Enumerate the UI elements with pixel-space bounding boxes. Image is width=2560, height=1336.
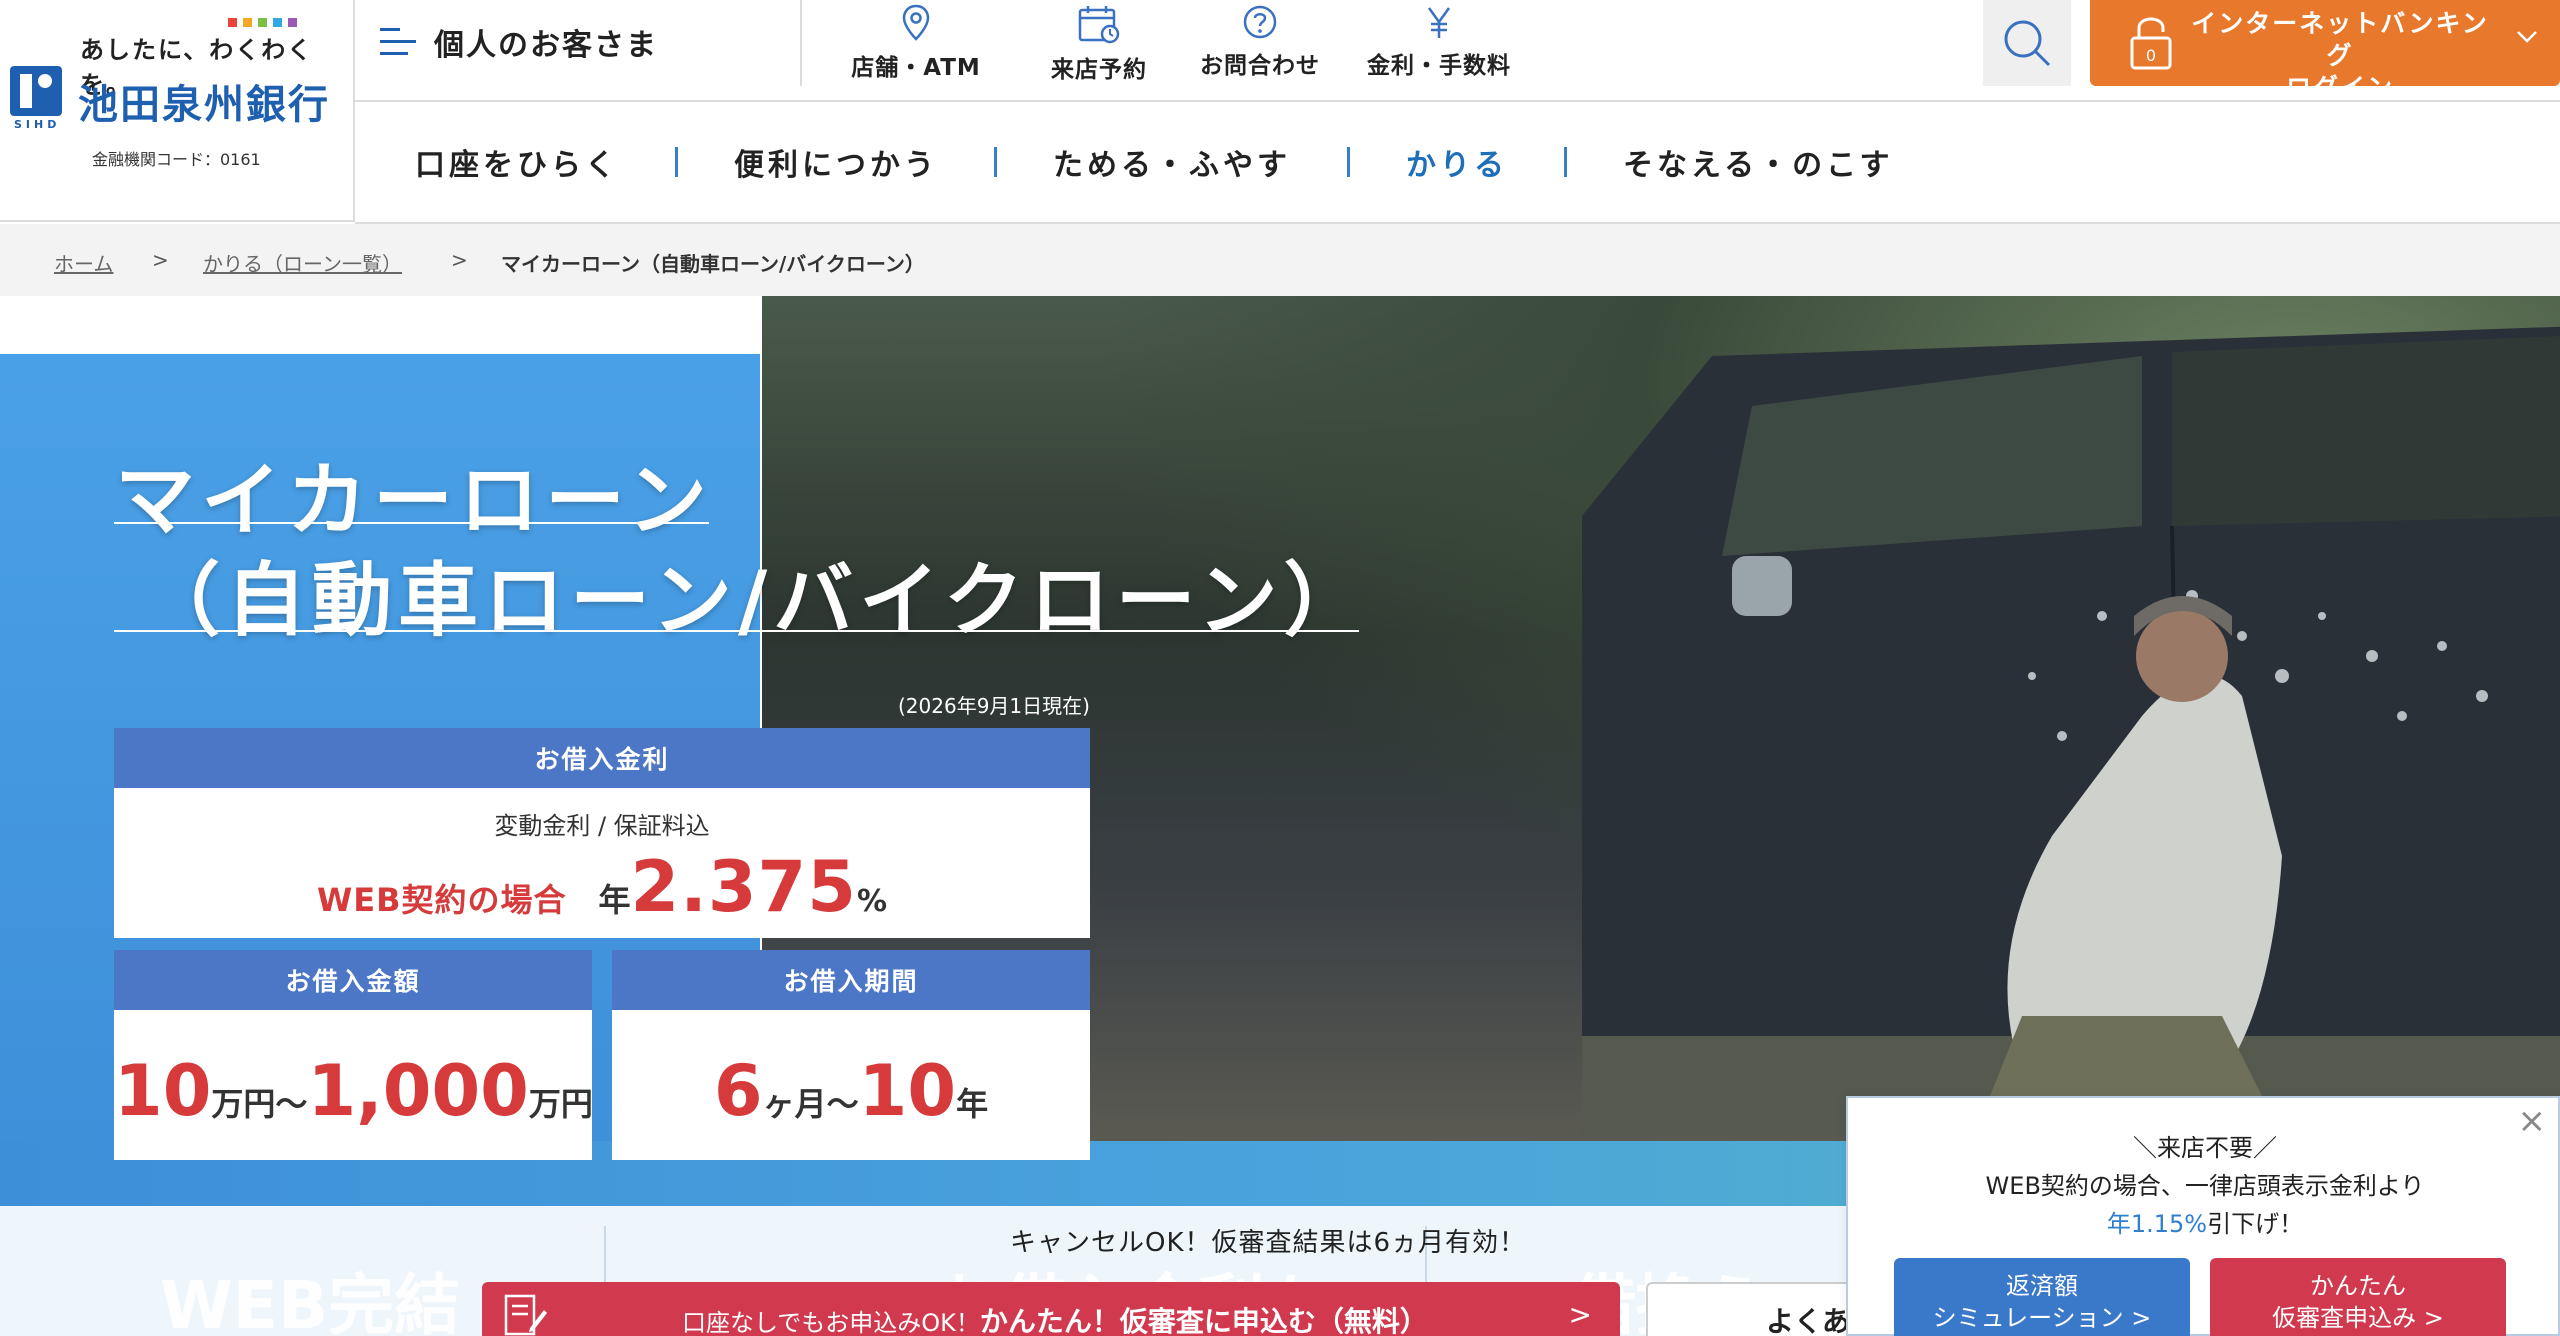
rate-unit: %	[856, 884, 888, 919]
menu-icon	[380, 26, 416, 58]
apply-pre-label: 口座なしでもお申込みOK！	[682, 1309, 980, 1336]
interest-rate-row: WEB契約の場合 年2.375%	[114, 846, 1090, 928]
logo-sub: SIHD	[14, 118, 61, 131]
loan-amount-heading: お借入金額	[114, 950, 592, 1010]
popup-discount-rest: 引下げ！	[2207, 1210, 2304, 1238]
interest-rate-value: 2.375	[630, 846, 857, 928]
term-min-unit: ヶ月～	[762, 1085, 859, 1123]
ib-label-line1: インターネットバンキング	[2191, 9, 2489, 70]
gnav-convenience[interactable]: 便利につかう	[678, 140, 994, 184]
sim-line2: シミュレーション >	[1932, 1304, 2152, 1332]
gnav-save-invest[interactable]: ためる・ふやす	[997, 140, 1347, 184]
sim-line1: 返済額	[2006, 1272, 2078, 1300]
gnav-prepare-leave[interactable]: そなえる・のこす	[1567, 140, 1950, 184]
amount-min-unit: 万円～	[211, 1085, 308, 1123]
bank-name: 池田泉州銀行	[78, 82, 330, 128]
interest-rate-card: お借入金利 変動金利 / 保証料込 WEB契約の場合 年2.375%	[114, 728, 1090, 938]
util-rates-fees[interactable]: 金利・手数料	[1362, 0, 1516, 90]
gnav-borrow[interactable]: かりる	[1350, 140, 1564, 184]
interest-rate-subtitle: 変動金利 / 保証料込	[494, 812, 710, 840]
term-min: 6	[713, 1050, 763, 1132]
term-max: 10	[858, 1050, 957, 1132]
amount-max: 1,000	[307, 1050, 529, 1132]
breadcrumb: ホーム > かりる（ローン一覧） > マイカーローン（自動車ローン/バイクローン…	[0, 224, 2560, 296]
yen-icon	[1427, 7, 1451, 38]
map-pin-icon	[902, 4, 930, 41]
bank-logo-area[interactable]: あしたに、わくわくを。 SIHD 池田泉州銀行 金融機関コード：0161	[0, 0, 355, 222]
util-contact[interactable]: お問合わせ	[1186, 0, 1334, 90]
web-contract-popup: × ＼来店不要／ WEB契約の場合、一律店頭表示金利より 年1.15%引下げ！ …	[1846, 1096, 2560, 1336]
rate-prefix: 年	[598, 881, 631, 919]
header-divider	[800, 0, 802, 86]
feature-web-complete: WEB完結	[160, 1267, 461, 1336]
faq-label: よくあ	[1766, 1305, 1851, 1336]
segment-label: 個人のお客さま	[434, 28, 658, 63]
search-button[interactable]	[1983, 0, 2071, 86]
popup-discount-rate: 年1.15%	[2106, 1210, 2208, 1238]
breadcrumb-home[interactable]: ホーム	[54, 248, 113, 277]
as-of-date: (2026年9月1日現在)	[898, 694, 1090, 718]
title-underline	[114, 630, 1359, 632]
cancel-note: キャンセルOK！仮審査結果は6ヵ月有効！	[1010, 1228, 1527, 1258]
chevron-right-icon: >	[1568, 1298, 1592, 1331]
util-store-atm[interactable]: 店舗・ATM	[851, 0, 981, 90]
ib-label: インターネットバンキング ログイン	[2190, 8, 2490, 104]
loan-term-heading: お借入期間	[612, 950, 1090, 1010]
util-visit-reservation[interactable]: 来店予約	[1034, 0, 1164, 90]
application-form-icon	[504, 1294, 547, 1336]
breadcrumb-borrow[interactable]: かりる（ローン一覧）	[203, 248, 402, 277]
web-contract-label: WEB契約の場合	[316, 881, 567, 919]
amount-max-unit: 万円	[528, 1085, 593, 1123]
term-max-unit: 年	[956, 1085, 989, 1123]
interest-rate-heading: お借入金利	[114, 728, 1090, 788]
page-title-line2: （自動車ローン/バイクローン）	[140, 554, 1370, 647]
chevron-down-icon	[2517, 31, 2537, 43]
pre-screening-apply-button[interactable]: 口座なしでもお申込みOK！かんたん！仮審査に申込む（無料） >	[482, 1282, 1620, 1336]
loan-term-card: お借入期間 6ヶ月～10年	[612, 950, 1090, 1160]
amount-min: 10	[114, 1050, 212, 1132]
pre-line1: かんたん	[2310, 1272, 2406, 1300]
util-label: 来店予約	[1051, 57, 1147, 83]
breadcrumb-current: マイカーローン（自動車ローン/バイクローン）	[501, 252, 925, 276]
util-label: 金利・手数料	[1367, 53, 1511, 79]
hero-section: マイカーローン （自動車ローン/バイクローン） (2026年9月1日現在) お借…	[0, 296, 2560, 1206]
breadcrumb-separator: >	[451, 248, 468, 272]
segment-menu-button[interactable]: 個人のお客さま	[380, 14, 658, 70]
internet-banking-login-button[interactable]: 0 インターネットバンキング ログイン	[2090, 0, 2560, 102]
loan-term-range: 6ヶ月～10年	[612, 1050, 1090, 1132]
popup-heading: ＼来店不要／	[2133, 1134, 2277, 1162]
ib-badge: 0	[2146, 46, 2156, 65]
global-nav: 口座をひらく 便利につかう ためる・ふやす かりる そなえる・のこす	[375, 102, 1950, 222]
pre-line2: 仮審査申込み >	[2272, 1304, 2444, 1332]
loan-amount-range: 10万円～1,000万円	[114, 1050, 593, 1132]
pre-screening-popup-button[interactable]: かんたん 仮審査申込み >	[2210, 1258, 2506, 1336]
logo-color-dots	[228, 18, 297, 27]
calendar-icon	[1078, 6, 1120, 44]
page-title-line1: マイカーローン	[115, 454, 713, 547]
gnav-open-account[interactable]: 口座をひらく	[375, 140, 675, 184]
search-icon	[2004, 20, 2051, 67]
util-label: お問合わせ	[1200, 53, 1320, 79]
breadcrumb-separator: >	[152, 248, 169, 272]
apply-main-label: かんたん！仮審査に申込む（無料）	[979, 1305, 1428, 1336]
institution-code: 金融機関コード：0161	[92, 150, 261, 169]
repayment-simulation-button[interactable]: 返済額 シミュレーション >	[1894, 1258, 2190, 1336]
lock-icon: 0	[2130, 17, 2172, 70]
loan-amount-card: お借入金額 10万円～1,000万円	[114, 950, 593, 1160]
popup-discount: 年1.15%引下げ！	[1848, 1204, 2560, 1239]
bank-logo-mark-icon	[10, 66, 62, 116]
title-underline	[114, 522, 709, 524]
question-icon	[1243, 5, 1277, 39]
util-label: 店舗・ATM	[851, 55, 981, 81]
apply-button-text: 口座なしでもお申込みOK！かんたん！仮審査に申込む（無料）	[682, 1300, 1428, 1336]
car-photo-illustration	[1582, 326, 2560, 1136]
popup-text: WEB契約の場合、一律店頭表示金利より	[1985, 1172, 2425, 1200]
